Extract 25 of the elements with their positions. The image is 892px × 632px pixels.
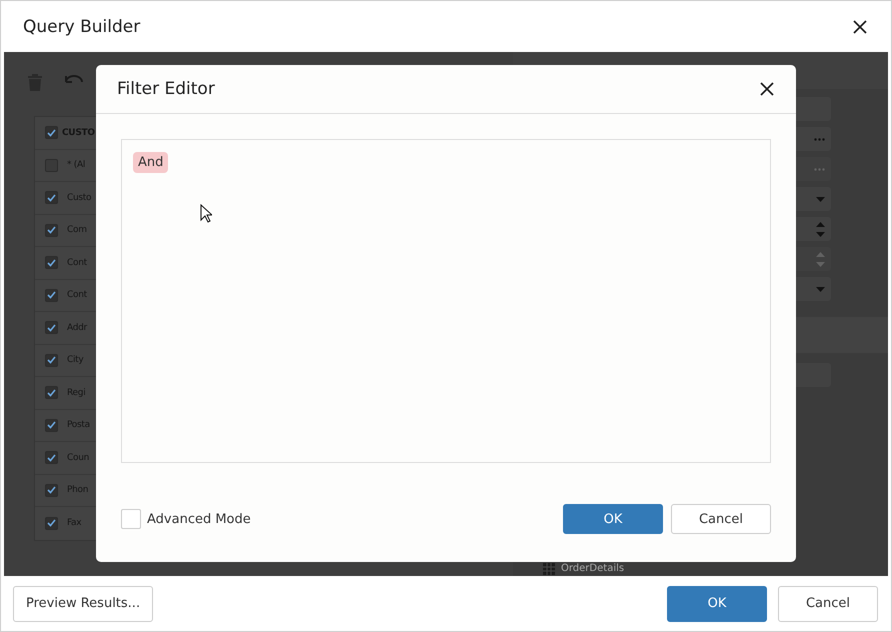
preview-results-button[interactable]: Preview Results... <box>13 586 154 622</box>
cancel-button[interactable]: Cancel <box>778 586 878 622</box>
checkbox[interactable] <box>45 321 58 334</box>
dialog-title: Filter Editor <box>117 79 215 99</box>
checkbox[interactable] <box>45 516 58 530</box>
close-icon[interactable] <box>760 82 774 96</box>
checkbox[interactable] <box>45 224 58 237</box>
checkbox[interactable] <box>45 418 58 432</box>
checkbox[interactable] <box>45 256 58 270</box>
checkbox[interactable] <box>45 484 58 497</box>
group-operator[interactable]: And <box>133 152 168 173</box>
window-title: Query Builder <box>23 16 140 36</box>
checkbox[interactable] <box>45 126 58 140</box>
table-name[interactable]: OrderDetails <box>561 563 624 574</box>
ok-button[interactable]: OK <box>667 586 767 622</box>
checkbox[interactable] <box>45 386 58 400</box>
checkbox[interactable] <box>45 354 58 367</box>
close-icon[interactable] <box>853 20 867 34</box>
cancel-button[interactable]: Cancel <box>671 504 771 534</box>
checkbox[interactable] <box>45 451 58 464</box>
ok-button[interactable]: OK <box>563 504 663 534</box>
checkbox-label: Advanced Mode <box>147 512 251 526</box>
checkbox[interactable] <box>45 288 58 302</box>
checkbox[interactable] <box>45 191 58 204</box>
cursor-icon <box>200 204 212 223</box>
